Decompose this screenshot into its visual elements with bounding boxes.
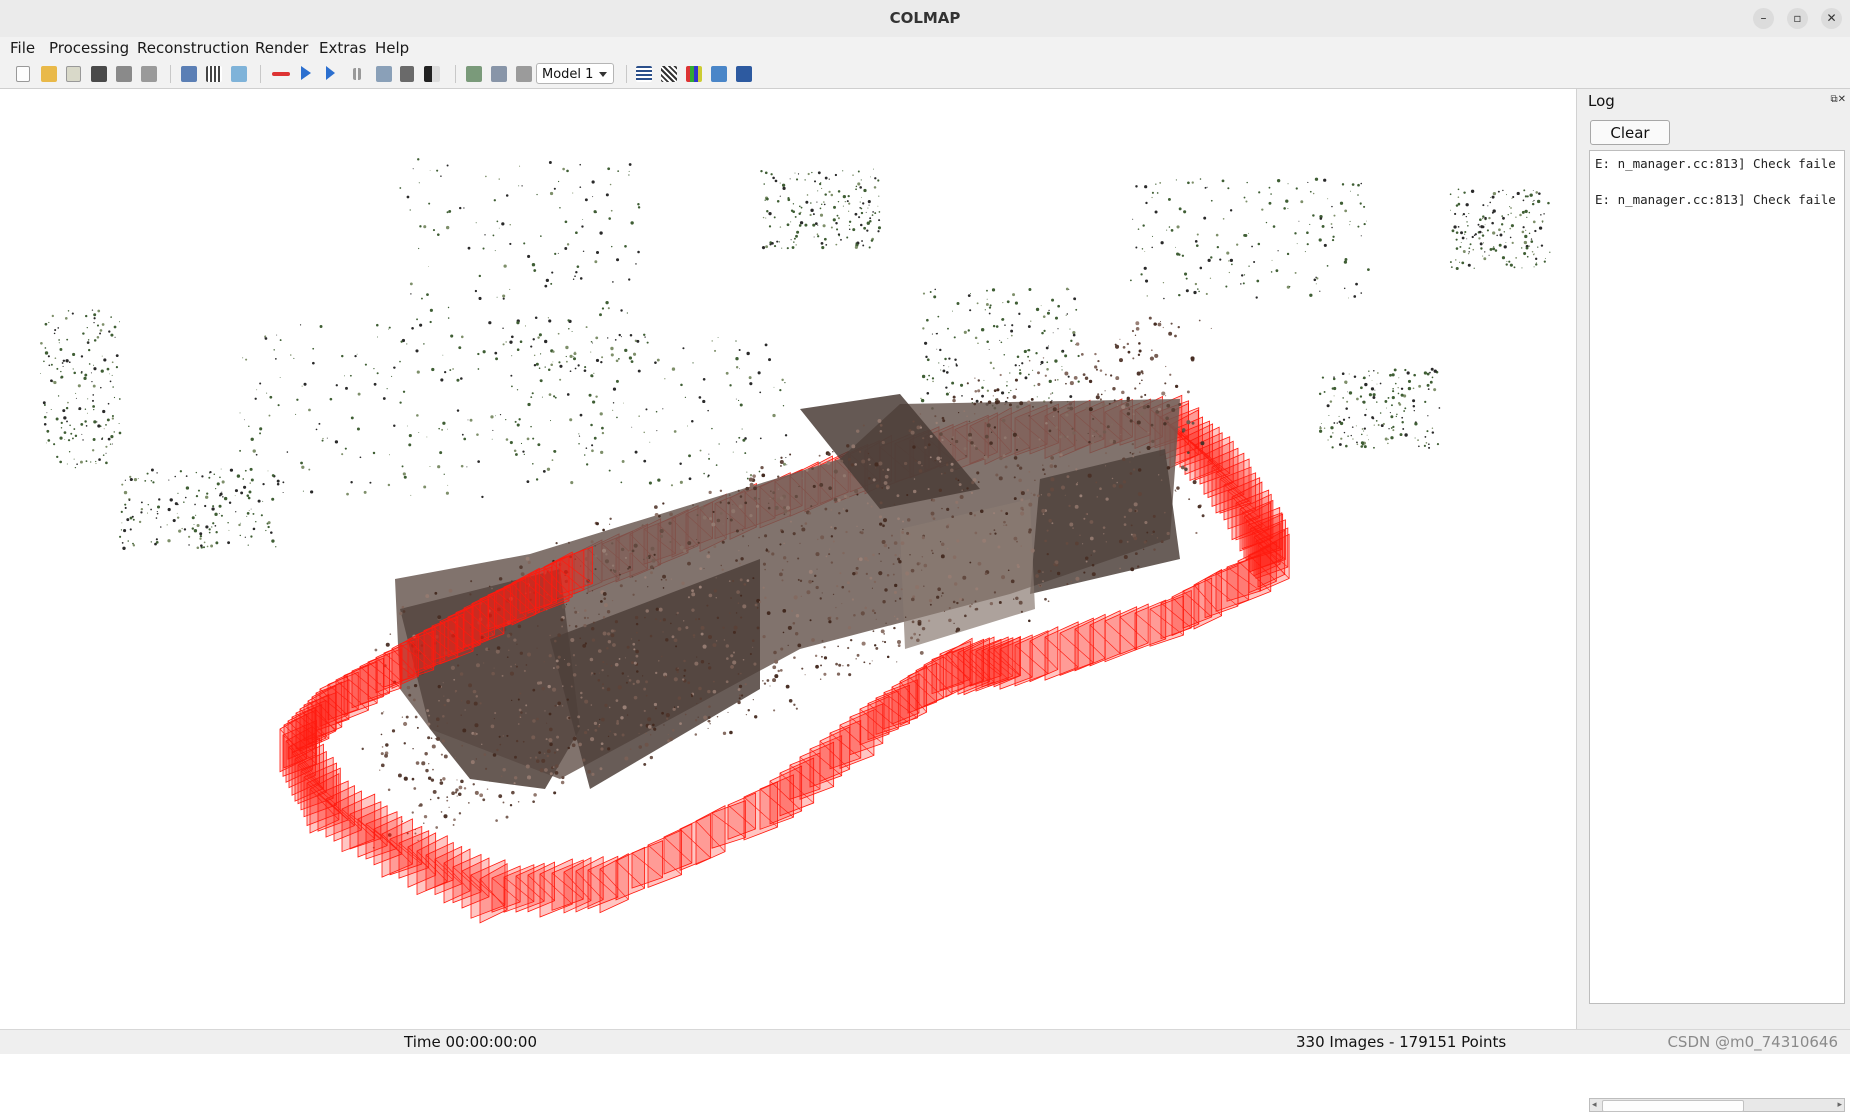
scrollbar-thumb[interactable] [1602, 1100, 1744, 1112]
menu-extras[interactable]: Extras [319, 37, 366, 60]
log-horizontal-scrollbar[interactable]: ◂ ▸ [1589, 1098, 1845, 1112]
menu-processing[interactable]: Processing [49, 37, 129, 60]
menu-reconstruction[interactable]: Reconstruction [137, 37, 249, 60]
model-viewer-canvas[interactable] [0, 89, 1576, 1029]
new-project-icon[interactable] [16, 66, 30, 82]
scroll-right-icon[interactable]: ▸ [1837, 1099, 1842, 1111]
screenshot-icon[interactable] [736, 66, 752, 82]
restore-icon[interactable]: ▫ [1787, 8, 1808, 29]
menu-file[interactable]: File [10, 37, 35, 60]
import-model-icon[interactable] [116, 66, 132, 82]
close-icon[interactable]: ✕ [1821, 8, 1842, 29]
start-reconstruction-icon[interactable] [301, 66, 311, 80]
model-select-value: Model 1 [542, 67, 594, 82]
open-project-icon[interactable] [41, 66, 57, 82]
save-project-icon[interactable] [91, 66, 107, 82]
step-reconstruction-icon[interactable] [326, 66, 335, 80]
status-time: Time 00:00:00:00 [404, 1033, 537, 1051]
dock-float-close-icon[interactable]: ⧉✕ [1830, 94, 1846, 105]
render-options-icon[interactable] [424, 66, 440, 82]
minimize-icon[interactable]: – [1753, 8, 1774, 29]
toolbar-separator [626, 65, 627, 83]
render-toggle-icon[interactable] [711, 66, 727, 82]
feature-extraction-icon[interactable] [181, 66, 197, 82]
menu-render[interactable]: Render [255, 37, 308, 60]
model-select[interactable]: Model 1 [536, 63, 614, 84]
dense-reconstruction-icon[interactable] [400, 66, 414, 82]
log-line: E: n_manager.cc:813] Check faile [1595, 156, 1836, 171]
database-management-icon[interactable] [231, 66, 247, 82]
menu-bar: File Processing Reconstruction Render Ex… [0, 37, 1850, 60]
log-line: E: n_manager.cc:813] Check faile [1595, 192, 1836, 207]
scroll-left-icon[interactable]: ◂ [1592, 1099, 1597, 1111]
toolbar-separator [260, 65, 261, 83]
log-text-area[interactable]: E: n_manager.cc:813] Check faile E: n_ma… [1589, 150, 1845, 1004]
window-title: COLMAP [889, 9, 961, 27]
reconstruction-stats-icon[interactable] [686, 66, 702, 82]
bundle-adjustment-icon[interactable] [376, 66, 392, 82]
grab-movie-icon[interactable] [491, 66, 507, 82]
log-dock: Log ⧉✕ Clear E: n_manager.cc:813] Check … [1584, 89, 1850, 1112]
reconstruction-scene [40, 158, 1551, 924]
chevron-down-icon [599, 72, 607, 77]
title-bar: COLMAP – ▫ ✕ [0, 0, 1850, 38]
status-bar: Time 00:00:00:00 330 Images - 179151 Poi… [0, 1029, 1850, 1054]
menu-help[interactable]: Help [375, 37, 409, 60]
feature-matching-icon[interactable] [206, 66, 222, 82]
match-matrix-icon[interactable] [661, 66, 677, 82]
export-model-icon[interactable] [141, 66, 157, 82]
toolbar-separator [455, 65, 456, 83]
pause-reconstruction-icon[interactable] [353, 68, 361, 80]
watermark: CSDN @m0_74310646 [1667, 1033, 1838, 1051]
show-log-icon[interactable] [636, 66, 652, 82]
toolbar: Model 1 [0, 60, 1850, 89]
log-title: Log [1588, 92, 1615, 110]
undistort-icon[interactable] [516, 66, 532, 82]
clear-log-button[interactable]: Clear [1590, 120, 1670, 145]
grab-image-icon[interactable] [466, 66, 482, 82]
toolbar-separator [170, 65, 171, 83]
edit-project-icon[interactable] [66, 66, 81, 82]
reconstruction-options-icon[interactable] [272, 72, 290, 76]
status-model-stats: 330 Images - 179151 Points [1296, 1033, 1507, 1051]
